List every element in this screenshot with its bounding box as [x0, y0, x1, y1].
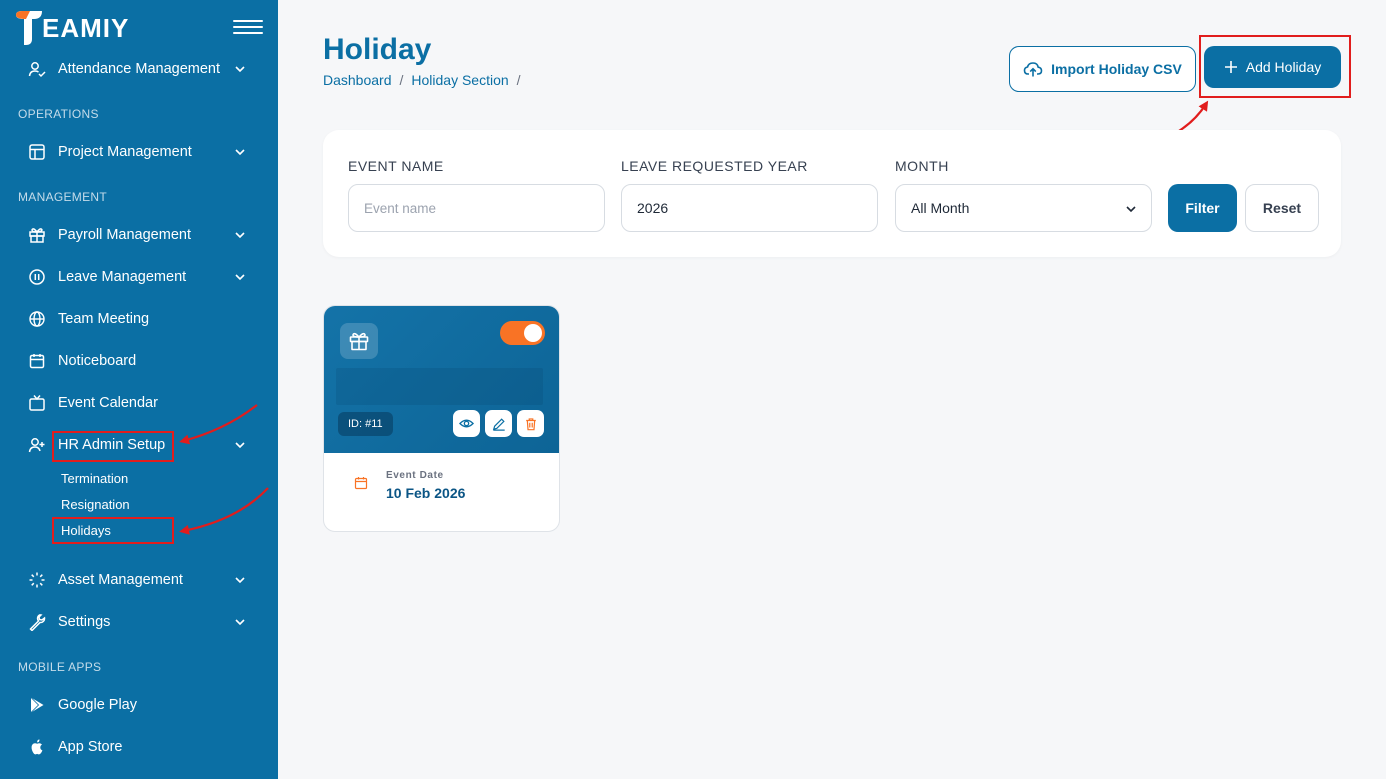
add-button-label: Add Holiday: [1245, 59, 1322, 75]
sidebar-item-label: Payroll Management: [58, 227, 191, 243]
holiday-id-badge: ID: #11: [338, 412, 393, 436]
user-check-icon: [28, 60, 46, 78]
chevron-down-icon: [235, 149, 245, 156]
chevron-down-icon: [235, 577, 245, 584]
month-label: MONTH: [895, 158, 949, 174]
holiday-card: ID: #11 Event Date 10 Feb 2026: [323, 305, 560, 532]
layout-icon: [28, 143, 46, 161]
chevron-down-icon: [235, 66, 245, 73]
breadcrumb-separator: /: [516, 72, 521, 88]
page-title: Holiday: [323, 33, 432, 66]
sidebar-item-app-store[interactable]: App Store: [0, 729, 278, 765]
sidebar-item-label: HR Admin Setup: [58, 437, 166, 453]
menu-toggle-icon[interactable]: [233, 20, 263, 36]
sidebar-item-leave[interactable]: Leave Management: [0, 259, 278, 295]
month-select-value: All Month: [911, 200, 970, 216]
calendar-icon: [28, 352, 46, 370]
breadcrumb-holiday-section[interactable]: Holiday Section: [411, 72, 508, 88]
breadcrumb-dashboard[interactable]: Dashboard: [323, 72, 392, 88]
calendar-icon: [354, 477, 368, 490]
logo[interactable]: EAMIY: [14, 8, 129, 48]
chevron-down-icon: [235, 232, 245, 239]
holiday-title-placeholder: [336, 368, 543, 405]
filter-button[interactable]: Filter: [1168, 184, 1237, 232]
sidebar-item-label: Event Calendar: [58, 395, 158, 411]
sidebar-item-project[interactable]: Project Management: [0, 134, 278, 170]
sidebar-subitem-holidays[interactable]: Holidays: [61, 523, 111, 538]
sidebar-item-event-calendar[interactable]: Event Calendar: [0, 385, 278, 421]
sidebar-item-label: Team Meeting: [58, 311, 150, 327]
import-button-label: Import Holiday CSV: [1051, 61, 1182, 77]
wrench-icon: [28, 613, 46, 631]
google-play-icon: [28, 696, 46, 714]
view-holiday-button[interactable]: [453, 410, 480, 437]
tv-icon: [28, 394, 46, 412]
sidebar-item-noticeboard[interactable]: Noticeboard: [0, 343, 278, 379]
sidebar-item-payroll[interactable]: Payroll Management: [0, 217, 278, 253]
sidebar-item-label: Project Management: [58, 144, 192, 160]
sidebar-item-asset[interactable]: Asset Management: [0, 562, 278, 598]
delete-holiday-button[interactable]: [517, 410, 544, 437]
pause-circle-icon: [28, 268, 46, 286]
eye-icon: [459, 419, 474, 428]
edit-holiday-button[interactable]: [485, 410, 512, 437]
user-plus-icon: [28, 436, 46, 454]
chevron-down-icon: [235, 274, 245, 281]
month-select[interactable]: All Month: [895, 184, 1152, 232]
globe-icon: [28, 310, 46, 328]
year-label: LEAVE REQUESTED YEAR: [621, 158, 808, 174]
sidebar-item-label: Noticeboard: [58, 353, 137, 369]
sidebar-item-settings[interactable]: Settings: [0, 604, 278, 640]
sidebar-item-label: Leave Management: [58, 269, 187, 285]
reset-button[interactable]: Reset: [1245, 184, 1319, 232]
holiday-card-header: ID: #11: [324, 306, 559, 453]
breadcrumb-separator: /: [399, 72, 404, 88]
chevron-down-icon: [235, 442, 245, 449]
section-label-management: MANAGEMENT: [18, 190, 108, 204]
gift-icon: [28, 226, 46, 244]
section-label-mobile-apps: MOBILE APPS: [18, 660, 102, 674]
sidebar-item-attendance[interactable]: Attendance Management: [0, 51, 278, 87]
chevron-down-icon: [235, 619, 245, 626]
event-date-label: Event Date: [386, 470, 444, 481]
sidebar-subitem-termination[interactable]: Termination: [61, 471, 128, 486]
filter-card: EVENT NAME Event name LEAVE REQUESTED YE…: [323, 130, 1341, 257]
sidebar-item-label: Attendance Management: [58, 61, 221, 77]
chevron-down-icon: [1126, 206, 1136, 213]
trash-icon: [525, 417, 536, 430]
cloud-upload-icon: [1023, 62, 1043, 77]
logo-mark-icon: [16, 11, 42, 45]
pencil-icon: [492, 417, 505, 431]
sidebar-item-label: Google Play: [58, 697, 137, 713]
apple-icon: [28, 738, 46, 756]
section-label-operations: OPERATIONS: [18, 107, 99, 121]
sidebar: EAMIY Attendance Management OPERATIONS P…: [0, 0, 278, 779]
event-name-label: EVENT NAME: [348, 158, 444, 174]
sidebar-item-google-play[interactable]: Google Play: [0, 687, 278, 723]
event-date-value: 10 Feb 2026: [386, 485, 466, 501]
add-holiday-button[interactable]: Add Holiday: [1204, 46, 1341, 88]
gift-icon: [340, 323, 378, 359]
sidebar-item-label: Settings: [58, 614, 111, 630]
sidebar-item-label: Asset Management: [58, 572, 183, 588]
breadcrumb: Dashboard / Holiday Section /: [323, 72, 521, 88]
logo-text: EAMIY: [42, 12, 130, 43]
event-name-input[interactable]: Event name: [348, 184, 605, 232]
sidebar-subitem-resignation[interactable]: Resignation: [61, 497, 130, 512]
year-input[interactable]: 2026: [621, 184, 878, 232]
sidebar-item-hr-admin[interactable]: HR Admin Setup: [0, 427, 278, 463]
sidebar-item-team-meeting[interactable]: Team Meeting: [0, 301, 278, 337]
plus-icon: [1224, 61, 1237, 73]
import-holiday-csv-button[interactable]: Import Holiday CSV: [1009, 46, 1196, 92]
loader-icon: [28, 571, 46, 589]
sidebar-item-label: App Store: [58, 739, 123, 755]
holiday-status-toggle[interactable]: [500, 321, 545, 345]
